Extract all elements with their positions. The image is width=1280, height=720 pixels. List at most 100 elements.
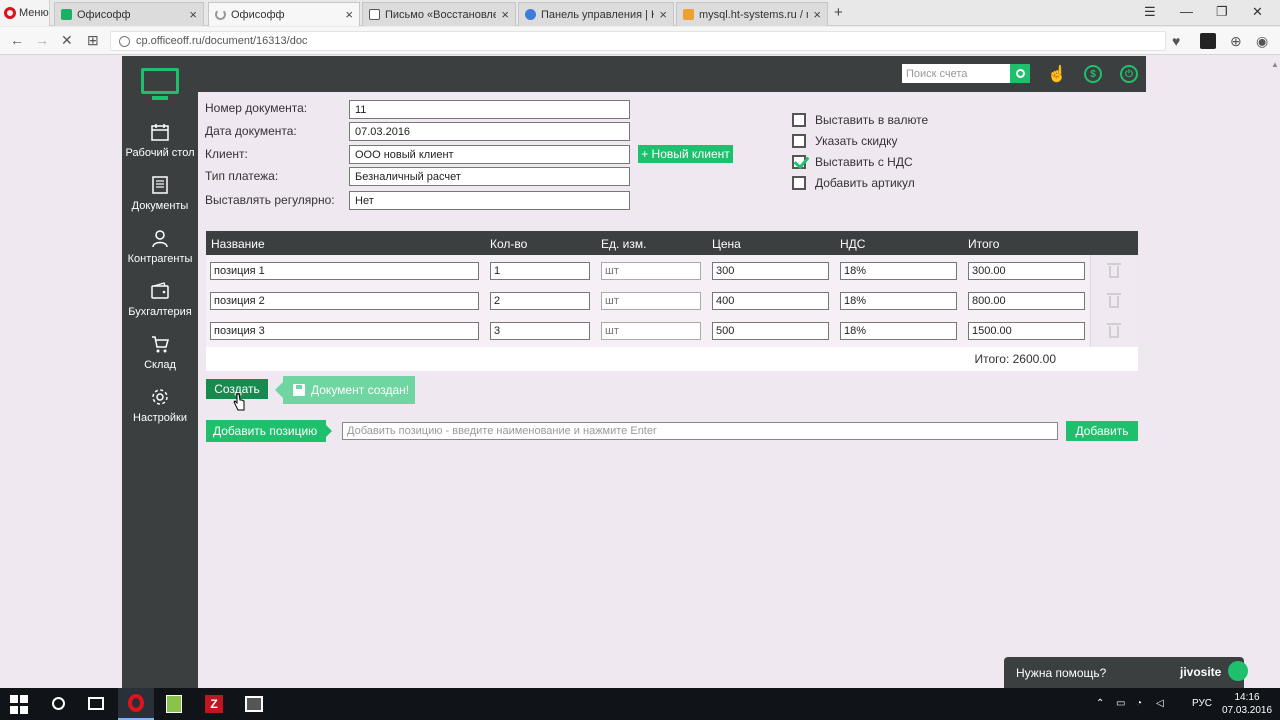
forward-arrow-icon[interactable]: →	[35, 32, 49, 48]
sidebar-item-settings[interactable]: Настройки	[122, 383, 198, 433]
option-article[interactable]: Добавить артикул	[792, 176, 915, 190]
checkbox-article[interactable]	[792, 176, 806, 190]
close-tab-icon[interactable]: ×	[659, 7, 667, 22]
browser-tab-5[interactable]: mysql.ht-systems.ru / my ×	[676, 2, 828, 26]
checkbox-discount[interactable]	[792, 134, 806, 148]
recurring-select[interactable]: Нет	[349, 191, 630, 210]
minimize-icon[interactable]: —	[1180, 4, 1193, 19]
power-icon[interactable]: ⏻	[1120, 65, 1138, 83]
system-clock[interactable]: 14:16 07.03.2016	[1222, 691, 1272, 717]
scroll-up-arrow-icon[interactable]: ▲	[1271, 60, 1279, 69]
dollar-icon[interactable]: $	[1084, 65, 1102, 83]
doc-number-input[interactable]	[349, 100, 630, 119]
row-2-total-input[interactable]	[968, 292, 1085, 310]
search-invoice-input[interactable]	[902, 64, 1010, 83]
phpmyadmin-favicon-icon	[683, 9, 694, 20]
row-2-unit-input[interactable]	[601, 292, 701, 310]
sidebar-item-contractors[interactable]: Контрагенты	[122, 224, 198, 274]
row-1-unit-input[interactable]	[601, 262, 701, 280]
sidebar-item-desktop[interactable]: Рабочий стол	[122, 118, 198, 168]
column-header-price: Цена	[712, 237, 741, 251]
payment-type-select[interactable]: Безналичный расчет	[349, 167, 630, 186]
volume-icon[interactable]: ◁	[1156, 698, 1164, 709]
toast-text: Документ создан!	[311, 383, 410, 397]
browser-menu-button[interactable]: Меню	[0, 0, 50, 26]
trash-icon[interactable]	[1107, 293, 1121, 309]
items-table-header: Название Кол-во Ед. изм. Цена НДС Итого	[206, 231, 1138, 255]
browser-tab-title: Офисофф	[77, 8, 131, 21]
browser-tab-1[interactable]: Офисофф ×	[54, 2, 204, 26]
thumbs-up-icon[interactable]: ☝	[1047, 65, 1067, 83]
download-icon[interactable]: ⊕	[1230, 33, 1242, 50]
option-currency[interactable]: Выставить в валюте	[792, 113, 928, 127]
search-button[interactable]	[1010, 64, 1030, 83]
trash-icon[interactable]	[1107, 323, 1121, 339]
taskbar-filezilla[interactable]: Z	[196, 688, 232, 720]
new-client-button[interactable]: + Новый клиент	[638, 145, 733, 163]
row-3-qty-input[interactable]	[490, 322, 590, 340]
row-2-qty-input[interactable]	[490, 292, 590, 310]
row-1-total-input[interactable]	[968, 262, 1085, 280]
taskbar-opera[interactable]	[118, 688, 154, 720]
row-2-price-input[interactable]	[712, 292, 829, 310]
add-position-input[interactable]	[342, 422, 1058, 440]
row-3-vat-input[interactable]	[840, 322, 957, 340]
option-discount[interactable]: Указать скидку	[792, 134, 897, 148]
row-2-vat-input[interactable]	[840, 292, 957, 310]
tab-list-icon[interactable]: ☰	[1144, 4, 1156, 20]
client-input[interactable]	[349, 145, 630, 164]
row-3-name-input[interactable]	[210, 322, 479, 340]
browser-tab-2[interactable]: Офисофф ×	[208, 2, 360, 26]
row-1-name-input[interactable]	[210, 262, 479, 280]
row-3-total-input[interactable]	[968, 322, 1085, 340]
doc-date-input[interactable]	[349, 122, 630, 141]
tray-chevron-icon[interactable]: ⌃	[1096, 698, 1104, 709]
row-3-unit-input[interactable]	[601, 322, 701, 340]
language-indicator[interactable]: РУС	[1192, 698, 1212, 709]
url-field[interactable]: cp.officeoff.ru/document/16313/doc	[110, 31, 1166, 51]
add-button[interactable]: Добавить	[1066, 421, 1138, 441]
loading-spinner-icon	[215, 9, 226, 20]
option-vat[interactable]: Выставить с НДС	[792, 155, 913, 169]
row-2-name-input[interactable]	[210, 292, 479, 310]
person-icon	[152, 230, 168, 248]
task-view-icon[interactable]	[88, 697, 104, 710]
page-scrollbar[interactable]	[1270, 56, 1280, 688]
trash-icon[interactable]	[1107, 263, 1121, 279]
stop-loading-icon[interactable]: ✕	[61, 32, 73, 49]
new-tab-icon[interactable]: +	[834, 4, 843, 21]
extension-icon[interactable]	[1200, 33, 1216, 49]
taskbar-notepad[interactable]	[156, 688, 192, 720]
row-1-qty-input[interactable]	[490, 262, 590, 280]
cart-icon	[152, 336, 169, 353]
account-icon[interactable]: ◉	[1256, 33, 1268, 50]
row-1-vat-input[interactable]	[840, 262, 957, 280]
restore-icon[interactable]: ❐	[1216, 4, 1228, 20]
search-icon[interactable]	[52, 697, 65, 710]
windows-start-icon[interactable]	[10, 695, 30, 715]
help-widget[interactable]: Нужна помощь? jivosite	[1004, 657, 1248, 688]
sidebar-item-warehouse[interactable]: Склад	[122, 330, 198, 380]
browser-tab-4[interactable]: Панель управления | HTS ×	[518, 2, 674, 26]
close-tab-icon[interactable]: ×	[189, 7, 197, 22]
sidebar-item-label: Рабочий стол	[125, 147, 195, 159]
browser-tab-title: mysql.ht-systems.ru / my	[699, 8, 808, 21]
sidebar-item-documents[interactable]: Документы	[122, 171, 198, 221]
back-arrow-icon[interactable]: ←	[10, 32, 24, 48]
row-3-price-input[interactable]	[712, 322, 829, 340]
network-icon[interactable]: ▭	[1116, 698, 1125, 709]
close-tab-icon[interactable]: ×	[345, 7, 353, 22]
speed-dial-grid-icon[interactable]: ⊞	[87, 32, 99, 49]
taskbar-window[interactable]	[236, 688, 272, 720]
row-1-price-input[interactable]	[712, 262, 829, 280]
bookmark-heart-icon[interactable]: ♥	[1172, 33, 1180, 49]
monitor-logo-icon[interactable]	[141, 68, 179, 100]
sidebar-item-accounting[interactable]: Бухгалтерия	[122, 277, 198, 327]
wifi-icon[interactable]: ◔	[1136, 698, 1142, 709]
close-tab-icon[interactable]: ×	[501, 7, 509, 22]
checkbox-currency[interactable]	[792, 113, 806, 127]
close-window-icon[interactable]: ✕	[1252, 4, 1263, 20]
browser-tab-3[interactable]: Письмо «Восстановлени ×	[362, 2, 516, 26]
checkbox-vat[interactable]	[792, 155, 806, 169]
close-tab-icon[interactable]: ×	[813, 7, 821, 22]
